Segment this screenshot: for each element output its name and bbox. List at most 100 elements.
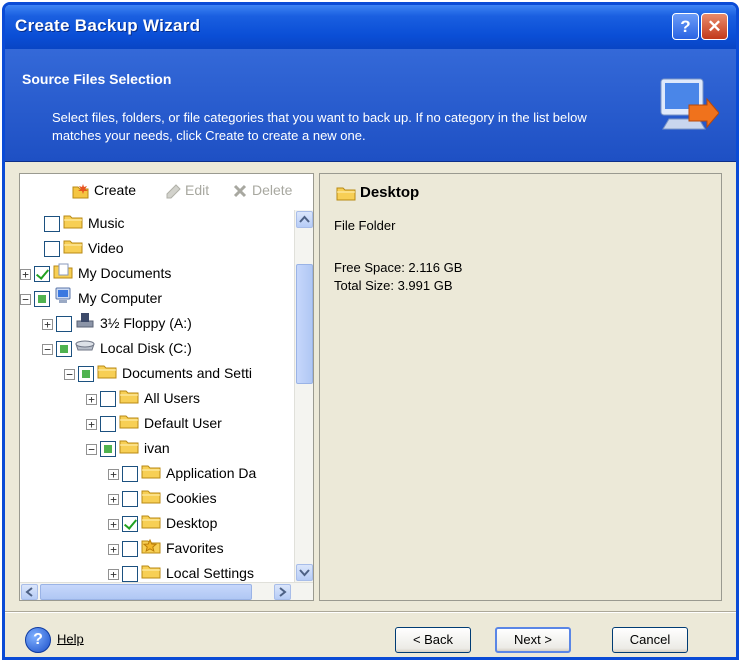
expand-icon[interactable]: + (108, 518, 119, 530)
tree-row[interactable]: − Local Disk (C:) (42, 337, 192, 361)
edit-label: Edit (185, 182, 210, 198)
tree-checkbox[interactable] (56, 341, 72, 358)
tree-row[interactable]: + Favorites (108, 537, 224, 561)
source-tree-panel: Create Edit Delete Music Video + My Documen… (19, 173, 314, 601)
expand-icon[interactable]: + (108, 543, 119, 555)
edit-button: Edit (165, 182, 209, 199)
tree-horizontal-scrollbar[interactable] (20, 582, 313, 600)
expand-icon[interactable]: + (108, 568, 119, 580)
tree-checkbox[interactable] (122, 516, 138, 533)
tree-row-label: My Documents (78, 265, 172, 281)
tree-row-label: Desktop (166, 515, 218, 531)
help-label: Help (57, 631, 84, 647)
folder-icon (141, 463, 161, 485)
folder-icon (97, 363, 117, 385)
tree-checkbox[interactable] (34, 266, 50, 283)
title-help-button[interactable]: ? (672, 13, 699, 40)
tree-checkbox[interactable] (44, 216, 60, 233)
window-title: Create Backup Wizard (15, 16, 201, 35)
tree-row-label: All Users (144, 390, 201, 406)
tree-row[interactable]: Video (30, 237, 124, 261)
tree-row-label: Documents and Setti (122, 365, 252, 381)
tree-row[interactable]: + My Documents (20, 262, 171, 286)
horizontal-scroll-thumb[interactable] (40, 584, 252, 600)
tree-checkbox[interactable] (78, 366, 94, 383)
title-close-button[interactable]: ✕ (701, 13, 728, 40)
details-free-space: Free Space: 2.116 GB (334, 260, 463, 275)
tree-row[interactable]: − ivan (86, 437, 170, 461)
expand-icon[interactable]: + (108, 468, 119, 480)
edit-icon (166, 184, 181, 199)
tree-checkbox[interactable] (44, 241, 60, 258)
documents-icon (53, 263, 73, 285)
details-panel: Desktop File Folder Free Space: 2.116 GB… (319, 173, 722, 601)
floppy-icon (75, 312, 95, 336)
details-total-size: Total Size: 3.991 GB (334, 278, 453, 293)
help-link[interactable]: ? Help (25, 627, 84, 653)
folder-icon (141, 513, 161, 535)
tree-checkbox[interactable] (34, 291, 50, 308)
tree-checkbox[interactable] (100, 416, 116, 433)
scroll-left-arrow[interactable] (21, 584, 38, 600)
tree-row[interactable]: + All Users (86, 387, 200, 411)
back-button[interactable]: < Back (395, 627, 471, 653)
tree-vertical-scrollbar[interactable] (294, 210, 313, 582)
collapse-icon[interactable]: − (20, 293, 31, 305)
tree-row[interactable]: Music (30, 212, 125, 236)
scroll-thumb[interactable] (296, 264, 313, 384)
tree-row-label: Local Settings (166, 565, 254, 581)
title-bar[interactable]: Create Backup Wizard ? ✕ (5, 5, 736, 49)
tree-row-label: Cookies (166, 490, 217, 506)
tree-row[interactable]: + Application Da (108, 462, 256, 486)
details-type: File Folder (334, 218, 396, 233)
scroll-down-arrow[interactable] (296, 564, 313, 581)
tree-row[interactable]: + Local Settings (108, 562, 254, 582)
computer-icon (53, 287, 73, 311)
tree-row-label: Local Disk (C:) (100, 340, 192, 356)
expand-icon[interactable]: + (86, 418, 97, 430)
next-button[interactable]: Next > (495, 627, 571, 653)
expand-icon[interactable]: + (42, 318, 53, 330)
tree-row-label: 3½ Floppy (A:) (100, 315, 192, 331)
tree-checkbox[interactable] (122, 491, 138, 508)
tree-checkbox[interactable] (122, 566, 138, 582)
details-title: Desktop (336, 184, 419, 201)
collapse-icon[interactable]: − (42, 343, 53, 355)
delete-button: Delete (232, 182, 292, 199)
star-icon (141, 538, 161, 560)
tree-row-label: Default User (144, 415, 222, 431)
tree-checkbox[interactable] (122, 541, 138, 558)
scroll-right-arrow[interactable] (274, 584, 291, 600)
tree-row[interactable]: − Documents and Setti (64, 362, 252, 386)
wizard-window: Create Backup Wizard ? ✕ Source Files Se… (2, 2, 739, 660)
delete-label: Delete (252, 182, 293, 198)
expand-icon[interactable]: + (86, 393, 97, 405)
step-title: Source Files Selection (22, 71, 172, 87)
create-label: Create (94, 182, 137, 198)
wizard-header: Source Files Selection Select files, fol… (5, 49, 736, 162)
tree-row-label: Favorites (166, 540, 224, 556)
create-icon (72, 184, 89, 199)
tree-row[interactable]: − My Computer (20, 287, 162, 311)
help-icon: ? (25, 627, 51, 653)
step-description: Select files, folders, or file categorie… (52, 110, 587, 143)
collapse-icon[interactable]: − (86, 443, 97, 455)
expand-icon[interactable]: + (20, 268, 31, 280)
tree-checkbox[interactable] (122, 466, 138, 483)
tree-checkbox[interactable] (56, 316, 72, 333)
collapse-icon[interactable]: − (64, 368, 75, 380)
tree-row[interactable]: +3½ Floppy (A:) (42, 312, 192, 336)
details-name: Desktop (360, 184, 420, 201)
create-button[interactable]: Create (72, 182, 136, 199)
tree-toolbar: Create Edit Delete (20, 174, 313, 208)
cancel-button[interactable]: Cancel (612, 627, 688, 653)
tree-row[interactable]: + Cookies (108, 487, 217, 511)
tree-checkbox[interactable] (100, 391, 116, 408)
expand-icon[interactable]: + (108, 493, 119, 505)
computer-arrow-icon (655, 75, 720, 144)
tree-row[interactable]: + Desktop (108, 512, 217, 536)
tree-checkbox[interactable] (100, 441, 116, 458)
tree-row-label: Video (88, 240, 124, 256)
tree-row[interactable]: + Default User (86, 412, 222, 436)
scroll-up-arrow[interactable] (296, 211, 313, 228)
